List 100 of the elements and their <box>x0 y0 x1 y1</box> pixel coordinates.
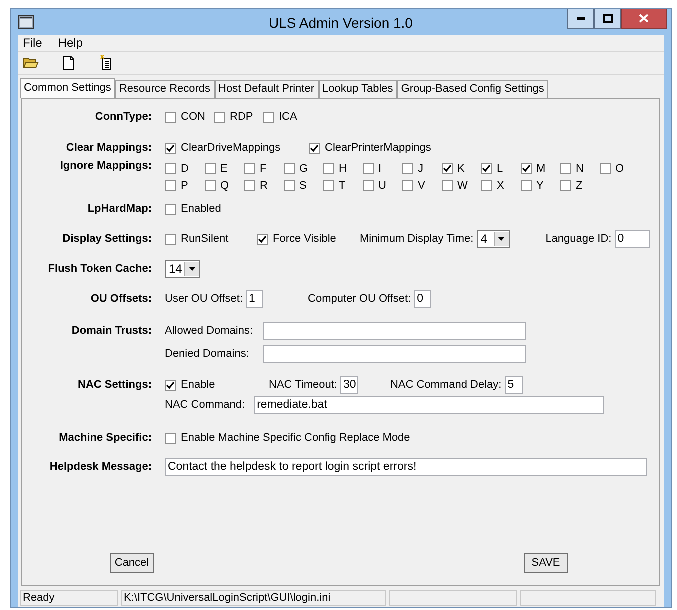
field-label: NAC Command Delay: <box>390 379 502 391</box>
checkbox[interactable] <box>442 163 452 174</box>
field-label: Allowed Domains: <box>165 324 254 336</box>
input-field[interactable] <box>263 322 526 340</box>
tab[interactable]: Host Default Printer <box>214 80 319 98</box>
checkbox[interactable] <box>402 180 413 191</box>
checkbox-label: L <box>497 162 504 174</box>
checkbox[interactable] <box>263 112 274 122</box>
checkbox[interactable] <box>323 180 334 191</box>
maximize-icon <box>602 14 612 23</box>
checkbox-label: ICA <box>279 111 298 123</box>
checkbox-label: Q <box>220 180 230 192</box>
checkbox[interactable] <box>165 142 176 154</box>
checkbox-label: M <box>536 162 546 174</box>
checkbox[interactable] <box>257 234 268 244</box>
checkbox-label: CON <box>181 111 206 123</box>
checkbox[interactable] <box>560 180 571 191</box>
input-field[interactable]: 30 <box>340 376 358 394</box>
checkbox-label: Enable <box>181 379 216 391</box>
checkbox[interactable] <box>244 180 255 191</box>
checkbox-label: T <box>339 180 346 192</box>
checkbox-label: RunSilent <box>181 233 229 245</box>
input-field[interactable] <box>263 344 526 362</box>
save-button[interactable]: SAVE <box>524 553 568 573</box>
dropdown[interactable]: 4 <box>476 230 510 248</box>
tab[interactable]: Group-Based Config Settings <box>397 80 548 98</box>
field-label: ConnType: <box>94 111 152 123</box>
checkbox-label: W <box>458 180 468 192</box>
checkbox-label: X <box>497 180 504 192</box>
checkbox[interactable] <box>165 180 176 191</box>
caret-icon <box>188 267 196 271</box>
input-field[interactable]: 1 <box>246 290 264 308</box>
status-panel: Ready <box>20 590 118 606</box>
checkbox[interactable] <box>442 180 452 191</box>
dropdown[interactable]: 14 <box>165 260 200 278</box>
checkbox-label: D <box>181 162 189 174</box>
checkbox-label: P <box>181 180 188 192</box>
checkbox[interactable] <box>481 163 492 174</box>
field-label: Flush Token Cache: <box>47 263 152 275</box>
checkbox[interactable] <box>362 180 374 191</box>
checkbox[interactable] <box>309 142 320 154</box>
checkbox[interactable] <box>520 163 532 174</box>
checkbox-label: R <box>260 180 268 192</box>
field-label: Denied Domains: <box>165 348 250 360</box>
field-label: Helpdesk Message: <box>48 461 152 473</box>
checkbox[interactable] <box>165 234 176 244</box>
menu-item[interactable]: Help <box>56 36 86 50</box>
checkbox[interactable] <box>323 163 334 174</box>
input-field[interactable]: 0 <box>614 230 650 248</box>
field-label: OU Offsets: <box>90 293 152 305</box>
checkbox[interactable] <box>204 163 216 174</box>
cancel-button[interactable]: Cancel <box>110 553 154 573</box>
checkbox[interactable] <box>284 180 294 191</box>
field-label: User OU Offset: <box>165 293 244 305</box>
field-label: Machine Specific: <box>58 432 152 444</box>
checkbox-label: U <box>378 180 386 192</box>
maximize-button[interactable] <box>594 9 621 29</box>
checkbox-label: ClearPrinterMappings <box>325 142 432 154</box>
input-field[interactable]: remediate.bat <box>254 396 604 414</box>
minimize-button[interactable] <box>567 9 594 29</box>
menu-item[interactable]: File <box>21 36 44 50</box>
checkbox[interactable] <box>165 432 176 444</box>
input-field[interactable]: 5 <box>504 376 523 394</box>
input-field[interactable]: 0 <box>414 290 432 308</box>
field-label: Domain Trusts: <box>70 324 152 336</box>
checkbox-label: Enable Machine Specific Config Replace Mode <box>181 432 410 444</box>
checkbox[interactable] <box>244 163 255 174</box>
checkbox-label: O <box>616 162 624 174</box>
checkbox[interactable] <box>165 380 176 390</box>
checkbox[interactable] <box>204 180 216 191</box>
checkbox[interactable] <box>600 163 610 174</box>
new-file-icon[interactable] <box>61 55 77 71</box>
checkbox[interactable] <box>165 112 176 122</box>
field-label: LpHardMap: <box>86 203 152 215</box>
checkbox-label: V <box>418 180 426 192</box>
field-label: Display Settings: <box>62 233 152 245</box>
field-label: Minimum Display Time: <box>360 233 474 245</box>
window-title: ULS Admin Version 1.0 <box>268 15 414 31</box>
checkbox[interactable] <box>560 163 571 174</box>
checkbox[interactable] <box>362 163 374 174</box>
window-icon <box>18 15 34 29</box>
checkbox-label: G <box>300 162 308 174</box>
status-panel: K:\ITCG\UniversalLoginScript\GUI\login.ini <box>121 590 386 606</box>
field-label: Ignore Mappings: <box>59 160 152 172</box>
checkbox[interactable] <box>284 163 294 174</box>
checkbox[interactable] <box>481 180 492 191</box>
checkbox[interactable] <box>402 163 413 174</box>
checkbox[interactable] <box>214 112 225 122</box>
input-field[interactable]: Contact the helpdesk to report login script errors! <box>165 458 647 476</box>
checkbox-label: K <box>458 162 465 174</box>
checkbox-label: Z <box>576 180 583 192</box>
checkbox[interactable] <box>165 163 176 174</box>
tab[interactable]: Lookup Tables <box>318 80 398 98</box>
field-label: Language ID: <box>546 233 612 245</box>
caret-icon <box>498 237 506 241</box>
checkbox[interactable] <box>165 204 176 214</box>
tab[interactable]: Resource Records <box>115 80 215 98</box>
checkbox[interactable] <box>520 180 532 191</box>
tab[interactable]: Common Settings <box>20 78 116 98</box>
close-button[interactable] <box>621 9 667 29</box>
